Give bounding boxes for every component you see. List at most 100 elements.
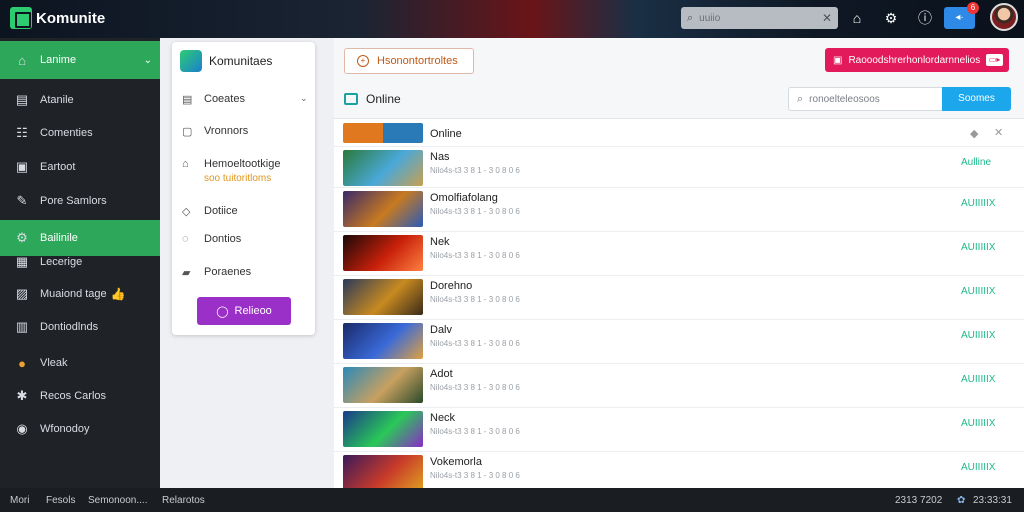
community-panel: Komunitaes ▤ Coeates ⌄ ▢ Vronnors ⌂ Hemo… (172, 42, 315, 335)
sidebar-item-muaiond-tage[interactable]: ▨ Muaiond tage 👍 (0, 277, 160, 311)
status-badge: AUIIIIIX (961, 418, 996, 429)
global-search[interactable]: ⌕ uuiio ✕ (681, 7, 838, 29)
status-badge: AUIIIIIX (961, 462, 996, 473)
search-button[interactable]: Soomes (942, 87, 1011, 111)
sidebar-item-dontiodlnds[interactable]: ▥ Dontiodlnds (0, 310, 160, 344)
sidebar-item-lanime[interactable]: ⌂ Lanime ⌄ (0, 41, 160, 79)
chart-icon: ▤ (15, 92, 29, 107)
tray-icon: ▢ (182, 126, 193, 138)
table-row[interactable]: Adot Nilo4s-t3 3 8 1 - 3 0 8 0 6 AUIIIIIX (334, 364, 1024, 408)
game-name: Omolfiafolang (430, 192, 498, 204)
global-search-placeholder: uuiio (699, 12, 721, 24)
top-bar: Komunite ⌕ uuiio ✕ ⌂ ⚙ ⓘ ◂· 6 (0, 0, 1024, 38)
featured-button-tail: ▭▸ (986, 54, 1003, 66)
sidebar-item-lecerige[interactable]: ▦ Lecerige (0, 245, 160, 279)
game-meta: Nilo4s-t3 3 8 1 - 3 0 8 0 6 (430, 339, 520, 348)
network-icon: ✿ (957, 495, 966, 506)
sidebar-item-label: Vleak (40, 357, 68, 369)
thumbs-up-icon: 👍 (110, 287, 126, 301)
table-row[interactable]: Dorehno Nilo4s-t3 3 8 1 - 3 0 8 0 6 AUIIII… (334, 276, 1024, 320)
game-meta: Nilo4s-t3 3 8 1 - 3 0 8 0 6 (430, 427, 520, 436)
sidebar-item-comenties[interactable]: ☷ Comenties (0, 116, 160, 150)
table-row[interactable]: Omolfiafolang Nilo4s-t3 3 8 1 - 3 0 8 0 6… (334, 188, 1024, 232)
release-button-label: Relieoo (234, 305, 272, 317)
featured-button-label: Raooodshrerhonlordarnnelios (848, 54, 981, 66)
sidebar-item-atanile[interactable]: ▤ Atanile (0, 83, 160, 117)
release-button[interactable]: ◯ Relieoo (197, 297, 291, 325)
table-row[interactable]: Neck Nilo4s-t3 3 8 1 - 3 0 8 0 6 AUIIIIIX (334, 408, 1024, 452)
sidebar: ⌂ Lanime ⌄ ▤ Atanile ☷ Comenties ▣ Earto… (0, 38, 160, 488)
game-meta: Nilo4s-t3 3 8 1 - 3 0 8 0 6 (430, 251, 520, 260)
sidebar-item-wfonodoy[interactable]: ◉ Wfonodoy (0, 412, 160, 446)
chevron-down-icon: ⌄ (143, 54, 152, 66)
gear-icon[interactable]: ⚙ (882, 9, 900, 27)
table-row[interactable]: Nas Nilo4s-t3 3 8 1 - 3 0 8 0 6 Aulline (334, 147, 1024, 188)
game-meta: Nilo4s-t3 3 8 1 - 3 0 8 0 6 (430, 295, 520, 304)
coin-icon: ● (18, 355, 26, 371)
panel-item-dontios[interactable]: ◌ Dontios (182, 233, 241, 245)
bag-icon[interactable]: ⌂ (848, 9, 866, 27)
list-header: Online (344, 92, 401, 106)
table-header-row: Online ◆ ✕ (334, 119, 1024, 147)
table-row[interactable]: Dalv Nilo4s-t3 3 8 1 - 3 0 8 0 6 AUIIIIIX (334, 320, 1024, 364)
panel-item-label: Hemoeltootkige soo tuitoritloms (204, 158, 280, 184)
avatar[interactable] (990, 3, 1018, 31)
game-thumbnail (343, 150, 423, 186)
brush-icon: ✎ (16, 193, 28, 208)
panel-item-vronnors[interactable]: ▢ Vronnors (182, 125, 248, 138)
panel-item-title: Hemoeltootkige (204, 158, 281, 170)
app-logo[interactable]: Komunite (10, 7, 105, 29)
sidebar-item-label: Recos Carlos (40, 390, 107, 402)
close-icon[interactable]: ✕ (994, 126, 1003, 139)
game-thumbnail (343, 191, 423, 227)
status-item[interactable]: Fesols (46, 495, 75, 506)
sidebar-item-vleak[interactable]: ● Vleak (0, 346, 160, 380)
table-row[interactable]: Vokemorla Nilo4s-t3 3 8 1 - 3 0 8 0 6 AUII… (334, 452, 1024, 491)
game-thumbnail (343, 455, 423, 491)
search-icon: ⌕ (687, 11, 694, 24)
calendar-icon: ▣ (833, 54, 843, 66)
game-name: Adot (430, 368, 453, 380)
game-name: Neck (430, 412, 456, 424)
info-icon[interactable]: ⓘ (916, 9, 934, 27)
chevron-down-icon: ⌄ (300, 93, 308, 103)
clear-search-icon[interactable]: ✕ (822, 11, 832, 25)
list-search-placeholder: ronoelteleosoos (809, 93, 880, 105)
add-button[interactable]: + Hsonontortroltes (344, 48, 474, 74)
table-row[interactable]: Nek Nilo4s-t3 3 8 1 - 3 0 8 0 6 AUIIIIIX (334, 232, 1024, 276)
games-table: Online ◆ ✕ Nas Nilo4s-t3 3 8 1 - 3 0 8 0 … (334, 118, 1024, 491)
featured-button[interactable]: ▣ Raooodshrerhonlordarnnelios ▭▸ (825, 48, 1009, 72)
chart-icon: ▤ (182, 94, 193, 106)
gear-icon: ⚙ (16, 230, 28, 245)
header-thumbnail (343, 123, 423, 143)
game-thumbnail (343, 367, 423, 403)
sidebar-item-label: Muaiond tage (40, 288, 107, 300)
status-item[interactable]: Relarotos (162, 495, 205, 506)
status-item[interactable]: Mori (10, 495, 29, 506)
app-title: Komunite (36, 9, 106, 27)
sidebar-item-label: Atanile (40, 94, 74, 106)
header-title: Online (430, 128, 462, 140)
status-time: 23:33:31 (973, 495, 1012, 506)
pin-icon[interactable]: ◆ (970, 127, 978, 140)
list-search-input[interactable]: ⌕ ronoelteleosoos (788, 87, 943, 111)
sidebar-item-recos-carlos[interactable]: ✱ Recos Carlos (0, 379, 160, 413)
game-meta: Nilo4s-t3 3 8 1 - 3 0 8 0 6 (430, 166, 520, 175)
sidebar-item-pore-samlors[interactable]: ✎ Pore Samlors (0, 184, 160, 218)
box-icon: ▣ (15, 159, 29, 174)
game-name: Dalv (430, 324, 453, 336)
game-meta: Nilo4s-t3 3 8 1 - 3 0 8 0 6 (430, 207, 520, 216)
panel-item-dotiice[interactable]: ◇ Dotiice (182, 205, 238, 218)
panel-item-label: Dotiice (204, 205, 238, 217)
panel-item-poraenes[interactable]: ▰ Poraenes (182, 266, 251, 279)
grid-icon: ☷ (16, 125, 28, 140)
sidebar-item-eartoot[interactable]: ▣ Eartoot (0, 150, 160, 184)
panel-item-hemoeltootkige[interactable]: ⌂ Hemoeltootkige soo tuitoritloms (182, 158, 280, 184)
panel-item-label: Poraenes (204, 266, 252, 278)
sidebar-item-label: Dontiodlnds (40, 321, 99, 333)
panel-item-subtitle: soo tuitoritloms (204, 173, 272, 184)
panel-item-coeates[interactable]: ▤ Coeates ⌄ (182, 93, 312, 106)
chat-icon: ◯ (216, 305, 229, 318)
status-item[interactable]: Semonoon.... (88, 495, 147, 506)
panel-item-label: Vronnors (204, 125, 249, 137)
